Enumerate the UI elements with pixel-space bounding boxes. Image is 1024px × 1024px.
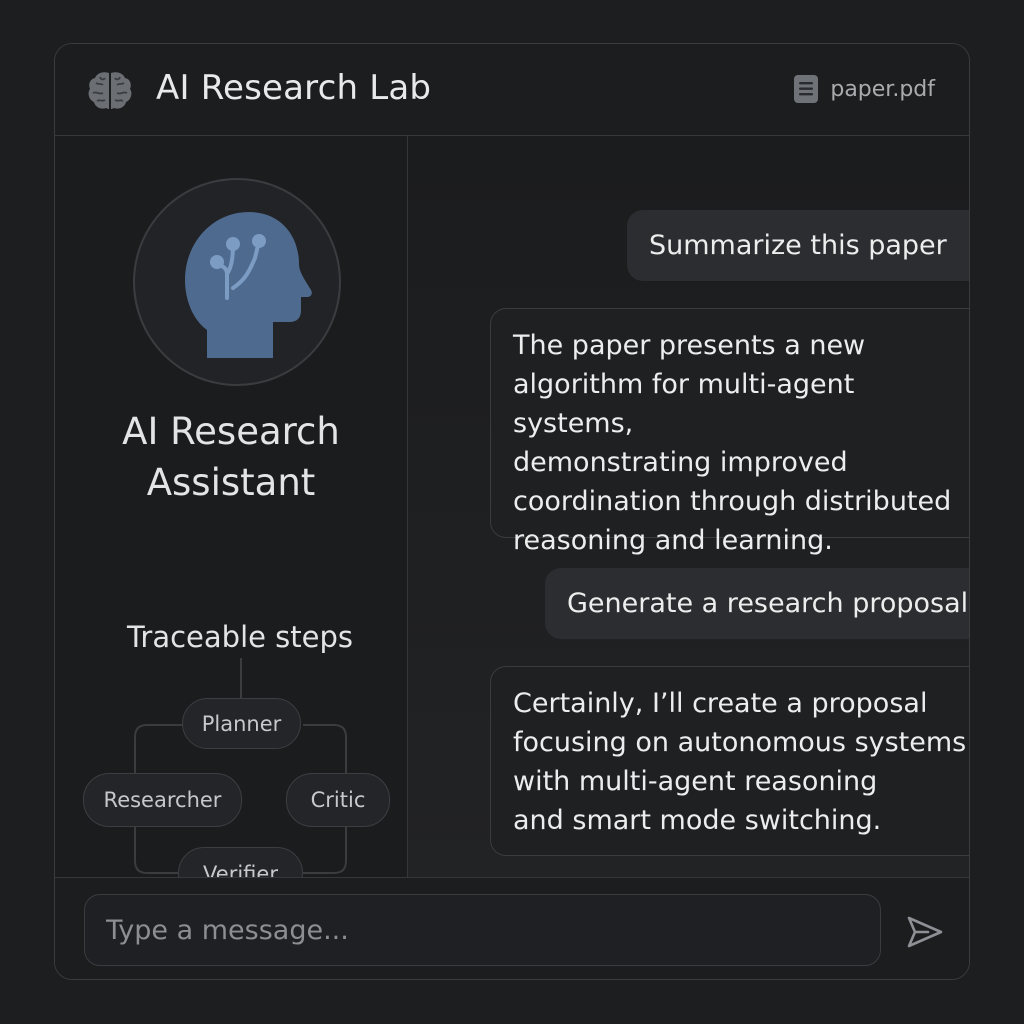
message-text: Generate a research proposal	[567, 588, 969, 619]
head-circuit-icon	[185, 212, 312, 358]
steps-title: Traceable steps	[126, 620, 354, 654]
app-window: AI Research Lab paper.pdf AI Research As…	[54, 43, 970, 980]
app-title: AI Research Lab	[156, 68, 432, 108]
assistant-name-line-2: Assistant	[146, 461, 316, 504]
message-line: coordination through distributed	[513, 486, 952, 517]
message-line: algorithm for multi-agent systems,	[513, 369, 855, 439]
composer-bar	[55, 877, 969, 979]
chat-thread: Summarize this paper The paper presents …	[408, 136, 969, 877]
step-critic[interactable]: Critic	[286, 773, 390, 827]
message-line: Certainly, I’ll create a proposal	[513, 688, 928, 719]
brain-icon	[88, 72, 132, 109]
message-line: focusing on autonomous systems	[513, 727, 967, 758]
assistant-sidebar: AI Research Assistant Traceable steps Pl…	[55, 136, 408, 900]
user-message: Summarize this paper	[627, 210, 969, 281]
header-bar: AI Research Lab paper.pdf	[55, 44, 969, 136]
assistant-message: Certainly, I’ll create a proposal focusi…	[490, 666, 969, 856]
send-icon	[907, 916, 943, 948]
step-planner[interactable]: Planner	[182, 698, 301, 749]
attached-file[interactable]: paper.pdf	[793, 74, 935, 104]
assistant-name: AI Research Assistant	[55, 406, 407, 508]
message-text: Summarize this paper	[649, 230, 947, 261]
document-icon	[794, 75, 819, 103]
user-message: Generate a research proposal	[545, 568, 969, 639]
message-line: reasoning and learning.	[513, 525, 833, 556]
message-line: with multi-agent reasoning	[513, 766, 878, 797]
file-name: paper.pdf	[830, 76, 935, 102]
message-line: and smart mode switching.	[513, 805, 882, 836]
step-researcher[interactable]: Researcher	[83, 773, 242, 827]
assistant-avatar	[133, 178, 341, 386]
send-button[interactable]	[903, 910, 947, 954]
message-input[interactable]	[84, 894, 881, 966]
message-line: The paper presents a new	[513, 330, 866, 361]
message-line: demonstrating improved	[513, 447, 848, 478]
assistant-name-line-1: AI Research	[122, 410, 340, 453]
assistant-message: The paper presents a new algorithm for m…	[490, 308, 969, 556]
